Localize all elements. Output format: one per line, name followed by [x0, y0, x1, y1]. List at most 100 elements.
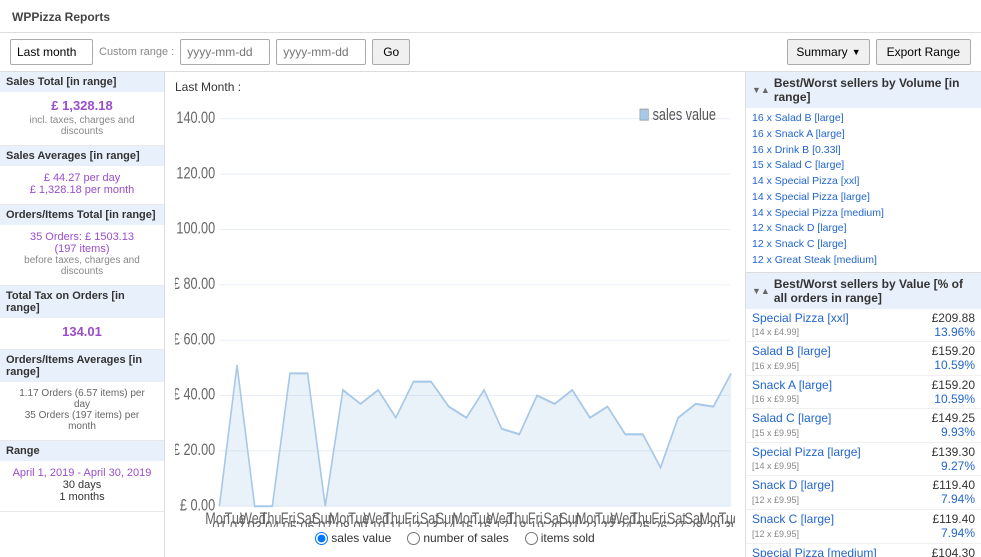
- vol-item-4: 14 x Special Pizza [xxl]: [752, 174, 975, 190]
- vol-sort-icon: ▼▲: [752, 85, 770, 95]
- orders-total-line3: before taxes, charges and discounts: [10, 255, 154, 277]
- sales-avg-line2: £ 1,328.18 per month: [10, 184, 154, 196]
- svg-text:19: 19: [530, 519, 544, 527]
- range-months: 1 months: [10, 491, 154, 503]
- val-sort-icon: ▼▲: [752, 286, 770, 296]
- range-block: Range April 1, 2019 - April 30, 2019 30 …: [0, 441, 164, 512]
- chart-legend: sales value number of sales items sold: [175, 527, 735, 549]
- svg-text:£ 40.00: £ 40.00: [175, 386, 215, 404]
- value-item-6: Snack C [large] [12 x £9.95] £119.40 7.9…: [746, 510, 981, 544]
- volume-seller-list: 16 x Salad B [large] 16 x Snack A [large…: [746, 108, 981, 272]
- range-title: Range: [0, 441, 164, 461]
- volume-section: ▼▲ Best/Worst sellers by Volume [in rang…: [746, 72, 981, 273]
- summary-dropdown-icon: ▼: [852, 47, 861, 57]
- svg-text:11: 11: [389, 519, 402, 527]
- volume-section-title: ▼▲ Best/Worst sellers by Volume [in rang…: [746, 72, 981, 108]
- summary-label: Summary: [796, 45, 847, 59]
- app-title: WPPizza Reports: [12, 10, 110, 24]
- orders-avg-block: Orders/Items Averages [in range] 1.17 Or…: [0, 350, 164, 441]
- vol-item-0: 16 x Salad B [large]: [752, 111, 975, 127]
- app-header: WPPizza Reports: [0, 0, 981, 33]
- svg-text:£ 60.00: £ 60.00: [175, 331, 215, 349]
- val-right-4: £139.30 9.27%: [928, 445, 975, 473]
- go-button[interactable]: Go: [372, 39, 410, 65]
- right-sidebar: ▼▲ Best/Worst sellers by Volume [in rang…: [746, 72, 981, 557]
- val-left-7: Special Pizza [medium] [14 x £7.45]: [752, 546, 928, 557]
- val-right-3: £149.25 9.93%: [928, 411, 975, 439]
- main-content: Sales Total [in range] £ 1,328.18 incl. …: [0, 72, 981, 557]
- val-left-1: Salad B [large] [16 x £9.95]: [752, 344, 928, 373]
- value-section-title: ▼▲ Best/Worst sellers by Value [% of all…: [746, 273, 981, 309]
- svg-text:27: 27: [671, 519, 685, 527]
- svg-text:12: 12: [406, 519, 420, 527]
- toolbar-right: Summary ▼ Export Range: [787, 39, 971, 65]
- sales-averages-block: Sales Averages [in range] £ 44.27 per da…: [0, 146, 164, 205]
- radio-sales-value[interactable]: sales value: [315, 531, 391, 545]
- sales-avg-line1: £ 44.27 per day: [10, 172, 154, 184]
- val-right-2: £159.20 10.59%: [928, 378, 975, 406]
- radio-number-sales[interactable]: number of sales: [407, 531, 508, 545]
- value-item-1: Salad B [large] [16 x £9.95] £159.20 10.…: [746, 342, 981, 376]
- val-left-2: Snack A [large] [16 x £9.95]: [752, 378, 928, 407]
- custom-range-label: Custom range :: [99, 46, 174, 58]
- range-dates: April 1, 2019 - April 30, 2019: [10, 467, 154, 479]
- sales-total-value: £ 1,328.18: [10, 98, 154, 113]
- tax-value: 134.01: [10, 324, 154, 339]
- tax-block: Total Tax on Orders [in range] 134.01: [0, 286, 164, 350]
- chart-svg: £ 140.00 £ 120.00 £ 100.00 £ 80.00 £ 60.…: [175, 98, 735, 527]
- value-section: ▼▲ Best/Worst sellers by Value [% of all…: [746, 273, 981, 557]
- orders-avg-line2: 35 Orders (197 items) per month: [10, 410, 154, 432]
- value-item-3: Salad C [large] [15 x £9.95] £149.25 9.9…: [746, 409, 981, 443]
- svg-text:sales value: sales value: [653, 107, 716, 125]
- svg-text:26: 26: [653, 519, 667, 527]
- sales-averages-title: Sales Averages [in range]: [0, 146, 164, 166]
- val-left-5: Snack D [large] [12 x £9.95]: [752, 478, 929, 507]
- export-button[interactable]: Export Range: [876, 39, 971, 65]
- sales-total-title: Sales Total [in range]: [0, 72, 164, 92]
- date-to-input[interactable]: [276, 39, 366, 65]
- value-item-4: Special Pizza [large] [14 x £9.95] £139.…: [746, 443, 981, 477]
- orders-total-line2: (197 items): [10, 243, 154, 255]
- orders-total-title: Orders/Items Total [in range]: [0, 205, 164, 225]
- svg-text:18: 18: [512, 519, 526, 527]
- svg-text:£ 120.00: £ 120.00: [175, 165, 215, 183]
- summary-button[interactable]: Summary ▼: [787, 39, 869, 65]
- tax-title: Total Tax on Orders [in range]: [0, 286, 164, 318]
- orders-avg-title: Orders/Items Averages [in range]: [0, 350, 164, 382]
- radio-numsales-label: number of sales: [423, 531, 508, 545]
- val-right-6: £119.40 7.94%: [929, 512, 976, 540]
- svg-text:£ 80.00: £ 80.00: [175, 275, 215, 293]
- radio-sales-label: sales value: [331, 531, 391, 545]
- val-right-7: £104.30 14.4%: [928, 546, 975, 557]
- svg-text:05: 05: [283, 519, 297, 527]
- range-select[interactable]: Last month This month Last 7 days Last 3…: [10, 39, 93, 65]
- toolbar: Last month This month Last 7 days Last 3…: [0, 33, 981, 72]
- chart-container: £ 140.00 £ 120.00 £ 100.00 £ 80.00 £ 60.…: [175, 98, 735, 527]
- range-days: 30 days: [10, 479, 154, 491]
- vol-item-2: 16 x Drink B [0.33l]: [752, 143, 975, 159]
- sales-total-sub: incl. taxes, charges and discounts: [10, 115, 154, 137]
- vol-item-1: 16 x Snack A [large]: [752, 127, 975, 143]
- val-right-0: £209.88 13.96%: [928, 311, 975, 339]
- val-left-6: Snack C [large] [12 x £9.95]: [752, 512, 929, 541]
- value-item-2: Snack A [large] [16 x £9.95] £159.20 10.…: [746, 376, 981, 410]
- vol-item-5: 14 x Special Pizza [large]: [752, 190, 975, 206]
- vol-item-6: 14 x Special Pizza [medium]: [752, 206, 975, 222]
- val-left-0: Special Pizza [xxl] [14 x £4.99]: [752, 311, 928, 340]
- svg-text:30: 30: [724, 519, 735, 527]
- chart-area: Last Month : £ 140.00 £ 120.00 £ 100.00 …: [165, 72, 746, 557]
- vol-item-7: 12 x Snack D [large]: [752, 221, 975, 237]
- val-left-4: Special Pizza [large] [14 x £9.95]: [752, 445, 928, 474]
- svg-text:£ 20.00: £ 20.00: [175, 442, 215, 460]
- val-right-1: £159.20 10.59%: [928, 344, 975, 372]
- radio-items-sold[interactable]: items sold: [525, 531, 595, 545]
- svg-text:£ 100.00: £ 100.00: [175, 220, 215, 238]
- val-right-5: £119.40 7.94%: [929, 478, 976, 506]
- value-item-0: Special Pizza [xxl] [14 x £4.99] £209.88…: [746, 309, 981, 343]
- vol-item-9: 12 x Great Steak [medium]: [752, 253, 975, 269]
- vol-item-8: 12 x Snack C [large]: [752, 237, 975, 253]
- date-from-input[interactable]: [180, 39, 270, 65]
- left-sidebar: Sales Total [in range] £ 1,328.18 incl. …: [0, 72, 165, 557]
- val-left-3: Salad C [large] [15 x £9.95]: [752, 411, 928, 440]
- svg-text:25: 25: [636, 519, 650, 527]
